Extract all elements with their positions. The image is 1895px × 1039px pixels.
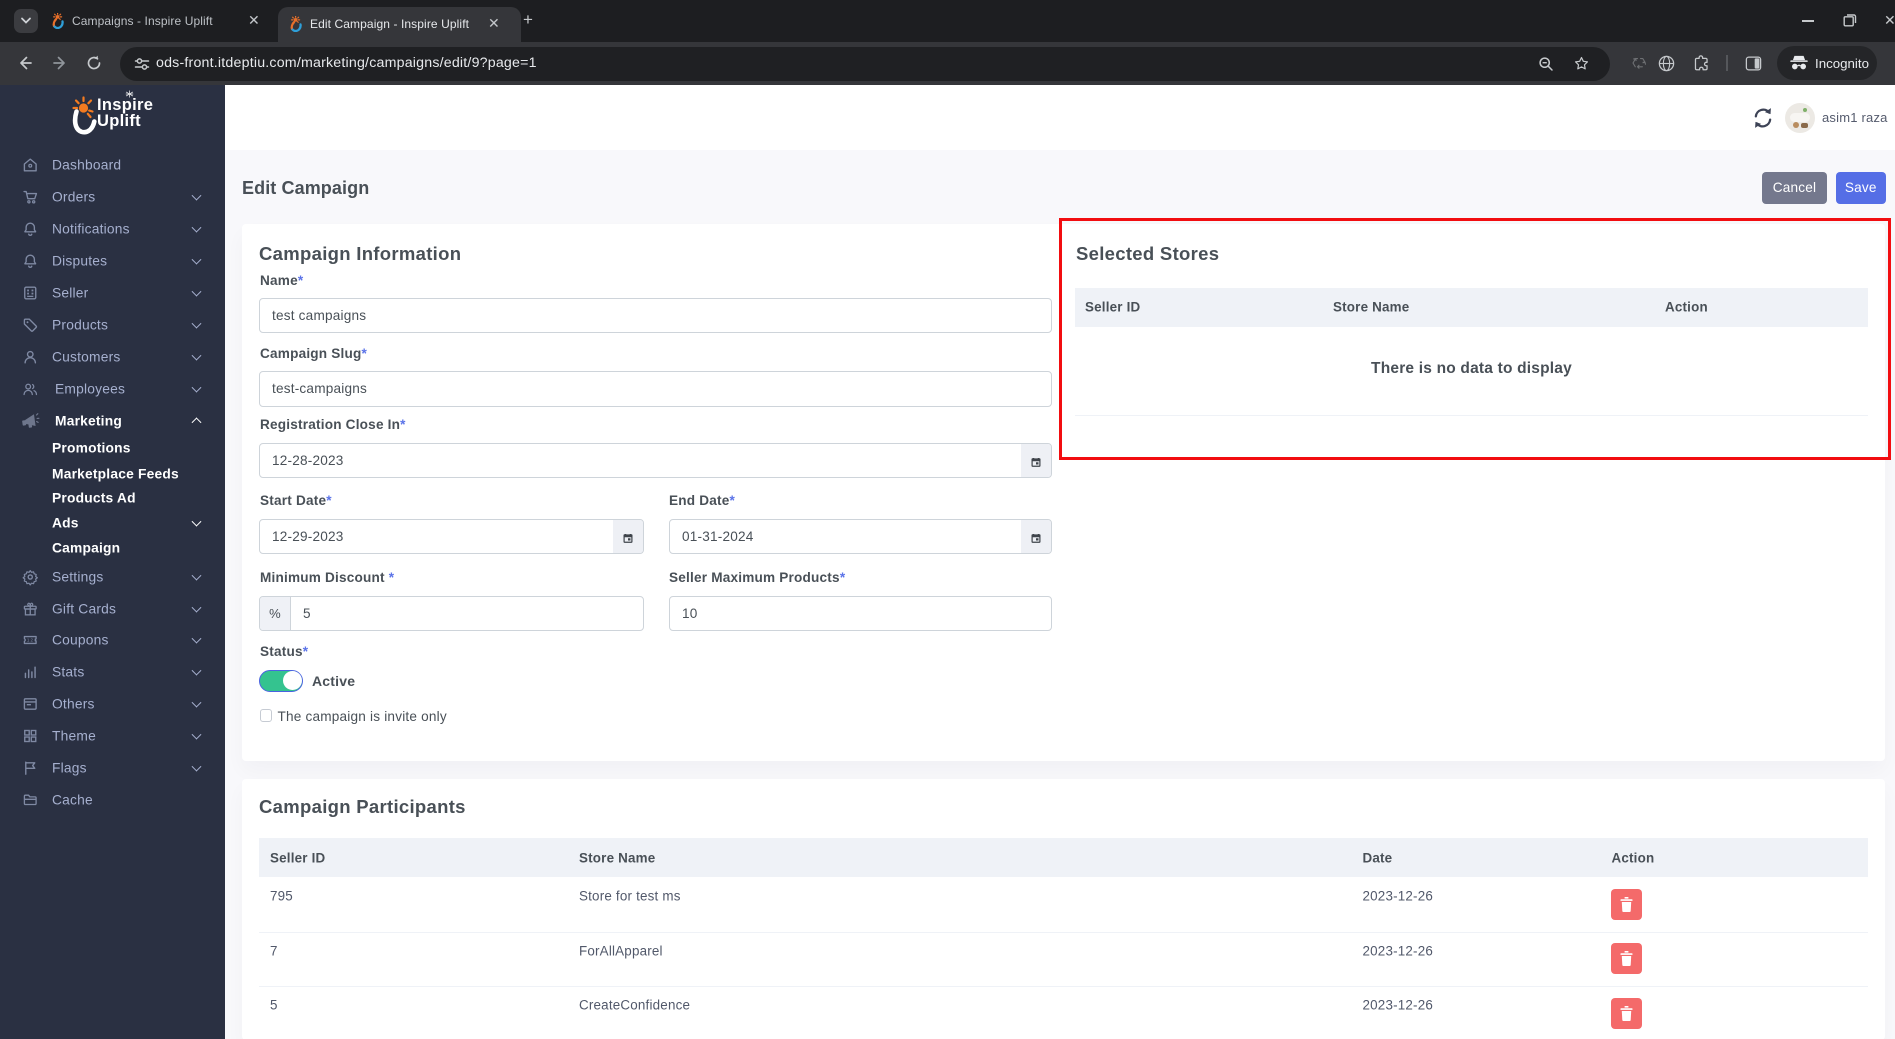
svg-text:1 2 3: 1 2 3 xyxy=(27,638,37,643)
